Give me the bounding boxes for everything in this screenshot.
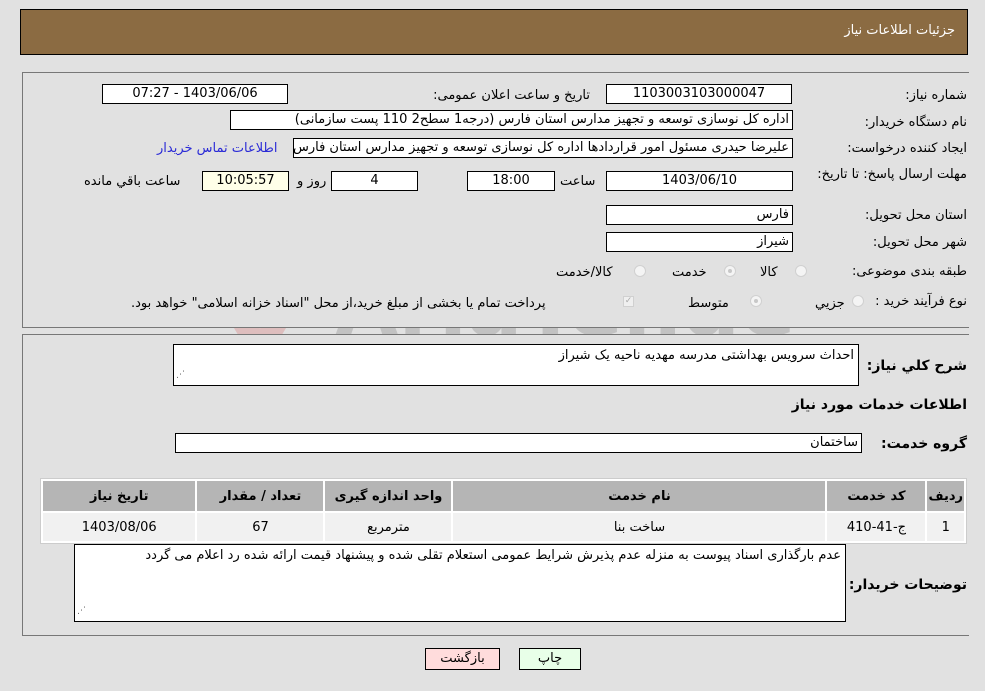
requester-field[interactable]: علیرضا حیدری مسئول امور قراردادها اداره …	[293, 138, 793, 158]
process-radio-medium[interactable]	[750, 295, 762, 307]
col-unit: واحد اندازه گیری	[325, 481, 452, 511]
resize-grip-icon[interactable]: ⋰	[176, 367, 185, 384]
process-option-minor: جزيي	[815, 296, 845, 311]
category-option-service: خدمت	[672, 265, 707, 280]
buyer-notes-label: توضیحات خریدار:	[848, 577, 967, 593]
cell-row-number: 1	[927, 513, 964, 541]
table-row: 1 ج-41-410 ساخت بنا مترمربع 67 1403/08/0…	[43, 513, 964, 541]
resize-grip-icon[interactable]: ⋰	[77, 603, 86, 620]
services-section-title: اطلاعات خدمات مورد نیاز	[791, 397, 967, 413]
col-row-number: ردیف	[927, 481, 964, 511]
category-radio-goods-service[interactable]	[634, 265, 646, 277]
deadline-time-label: ساعت	[560, 174, 596, 189]
announce-datetime-field[interactable]: 1403/06/06 - 07:27	[102, 84, 288, 104]
col-service-code: کد خدمت	[827, 481, 926, 511]
buyer-notes-text: عدم بارگذاری اسناد پیوست به منزله عدم پذ…	[145, 548, 841, 563]
col-quantity: تعداد / مقدار	[197, 481, 324, 511]
table-header-row: ردیف کد خدمت نام خدمت واحد اندازه گیری ت…	[43, 481, 964, 511]
page-title: جزئیات اطلاعات نیاز	[844, 23, 955, 38]
buyer-org-field[interactable]: اداره کل نوسازی توسعه و تجهیز مدارس استا…	[230, 110, 793, 130]
days-label: روز و	[297, 174, 327, 189]
time-remaining-field: 10:05:57	[202, 171, 289, 191]
col-need-date: تاریخ نیاز	[43, 481, 196, 511]
services-table: ردیف کد خدمت نام خدمت واحد اندازه گیری ت…	[40, 478, 967, 544]
category-label: طبقه بندی موضوعی:	[851, 264, 967, 279]
process-type-label: نوع فرآیند خرید :	[875, 294, 967, 309]
buyer-notes-textarea[interactable]: عدم بارگذاری اسناد پیوست به منزله عدم پذ…	[74, 544, 846, 622]
deadline-date-field[interactable]: 1403/06/10	[606, 171, 793, 191]
deadline-time-field[interactable]: 18:00	[467, 171, 555, 191]
category-option-goods: کالا	[760, 265, 778, 280]
buyer-contact-link[interactable]: اطلاعات تماس خریدار	[157, 141, 277, 156]
description-textarea[interactable]: احداث سرویس بهداشتی مدرسه مهدیه ناحیه یک…	[173, 344, 859, 386]
cell-quantity: 67	[197, 513, 324, 541]
requester-label: ایجاد کننده درخواست:	[847, 141, 967, 156]
days-remaining-field[interactable]: 4	[331, 171, 418, 191]
cell-need-date: 1403/08/06	[43, 513, 196, 541]
category-option-goods-service: کالا/خدمت	[556, 265, 613, 280]
treasury-note: پرداخت تمام یا بخشی از مبلغ خرید،از محل …	[131, 296, 546, 311]
category-radio-goods[interactable]	[795, 265, 807, 277]
treasury-checkbox[interactable]: ✓	[623, 296, 634, 307]
need-number-label: شماره نیاز:	[905, 88, 967, 103]
process-option-medium: متوسط	[688, 296, 729, 311]
print-button[interactable]: چاپ	[519, 648, 581, 670]
description-label: شرح كلي نياز:	[866, 358, 967, 374]
cell-service-name: ساخت بنا	[453, 513, 826, 541]
announce-datetime-label: تاریخ و ساعت اعلان عمومی:	[433, 88, 590, 103]
buyer-org-label: نام دستگاه خریدار:	[864, 115, 967, 130]
cell-unit: مترمربع	[325, 513, 452, 541]
time-remaining-label: ساعت باقي مانده	[84, 174, 181, 189]
need-number-field[interactable]: 1103003103000047	[606, 84, 792, 104]
process-radio-minor[interactable]	[852, 295, 864, 307]
back-button[interactable]: بازگشت	[425, 648, 500, 670]
description-text: احداث سرویس بهداشتی مدرسه مهدیه ناحیه یک…	[558, 348, 854, 363]
city-field[interactable]: شیراز	[606, 232, 793, 252]
category-radio-service[interactable]	[724, 265, 736, 277]
province-label: استان محل تحویل:	[865, 208, 967, 223]
deadline-label: مهلت ارسال پاسخ: تا تاریخ:	[817, 167, 967, 182]
col-service-name: نام خدمت	[453, 481, 826, 511]
page-header: جزئیات اطلاعات نیاز	[20, 9, 968, 55]
service-group-label: گروه خدمت:	[881, 436, 967, 452]
cell-service-code: ج-41-410	[827, 513, 926, 541]
city-label: شهر محل تحویل:	[872, 235, 967, 250]
service-group-field[interactable]: ساختمان	[175, 433, 862, 453]
province-field[interactable]: فارس	[606, 205, 793, 225]
